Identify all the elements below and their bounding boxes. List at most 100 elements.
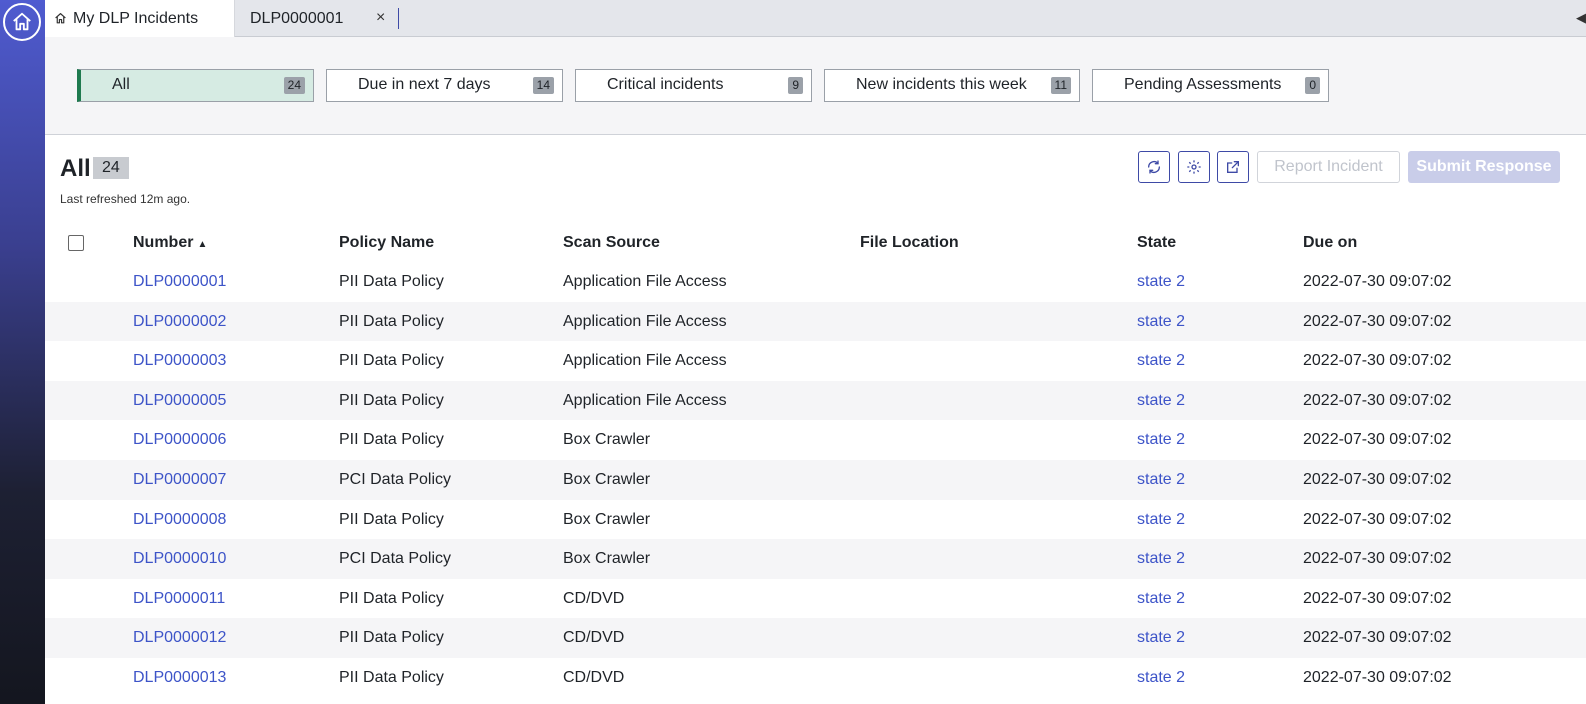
sort-ascending-icon: ▲: [197, 239, 208, 250]
filter-due-next-7-days[interactable]: Due in next 7 days 14: [326, 69, 563, 102]
filter-pending-assessments[interactable]: Pending Assessments 0: [1092, 69, 1329, 102]
table-header-row: Number ▲ Policy Name Scan Source File Loc…: [45, 222, 1586, 262]
submit-response-button[interactable]: Submit Response: [1408, 151, 1560, 183]
state-link[interactable]: state 2: [1137, 511, 1185, 529]
table-row: DLP0000011 PII Data Policy CD/DVD state …: [45, 579, 1586, 619]
state-link[interactable]: state 2: [1137, 273, 1185, 291]
incident-number-link[interactable]: DLP0000003: [133, 352, 226, 370]
tab-label: DLP0000001: [250, 9, 344, 27]
scan-source-cell: CD/DVD: [563, 629, 625, 647]
state-link[interactable]: state 2: [1137, 313, 1185, 331]
due-on-cell: 2022-07-30 09:07:02: [1303, 391, 1452, 409]
settings-button[interactable]: [1178, 151, 1210, 183]
policy-name-cell: PCI Data Policy: [339, 470, 452, 488]
policy-name-cell: PII Data Policy: [339, 391, 444, 409]
scan-source-cell: Box Crawler: [563, 431, 651, 449]
home-icon: [55, 13, 66, 24]
scan-source-cell: Application File Access: [563, 312, 727, 330]
table-row: DLP0000008 PII Data Policy Box Crawler s…: [45, 500, 1586, 540]
scan-source-cell: Box Crawler: [563, 510, 651, 528]
incident-number-link[interactable]: DLP0000010: [133, 550, 226, 568]
filter-bar: All 24 Due in next 7 days 14 Critical in…: [45, 37, 1586, 135]
scan-source-cell: Box Crawler: [563, 470, 651, 488]
home-button[interactable]: [3, 3, 41, 41]
scan-source-cell: Application File Access: [563, 391, 727, 409]
refresh-icon: [1148, 160, 1160, 174]
table-row: DLP0000001 PII Data Policy Application F…: [45, 262, 1586, 302]
due-on-cell: 2022-07-30 09:07:02: [1303, 668, 1452, 686]
filter-label: New incidents this week: [856, 76, 1027, 93]
column-header-number[interactable]: Number ▲: [133, 234, 207, 252]
close-icon[interactable]: ×: [376, 9, 385, 27]
select-all-checkbox[interactable]: [68, 235, 84, 251]
policy-name-cell: PII Data Policy: [339, 668, 444, 686]
due-on-cell: 2022-07-30 09:07:02: [1303, 273, 1452, 290]
last-refreshed-text: Last refreshed 12m ago.: [60, 192, 191, 206]
home-icon: [13, 12, 31, 31]
tab-bar: My DLP Incidents DLP0000001 × ◀: [45, 0, 1586, 37]
policy-name-cell: PCI Data Policy: [339, 550, 452, 568]
incident-number-link[interactable]: DLP0000002: [133, 313, 226, 331]
state-link[interactable]: state 2: [1137, 392, 1185, 410]
filter-count-badge: 14: [532, 77, 554, 94]
state-link[interactable]: state 2: [1137, 629, 1185, 647]
column-header-scan-source[interactable]: Scan Source: [563, 234, 660, 252]
scan-source-cell: Application File Access: [563, 273, 727, 290]
filter-critical-incidents[interactable]: Critical incidents 9: [575, 69, 812, 102]
policy-name-cell: PII Data Policy: [339, 352, 444, 370]
policy-name-cell: PII Data Policy: [339, 589, 444, 607]
state-link[interactable]: state 2: [1137, 669, 1185, 687]
tab-my-dlp-incidents[interactable]: My DLP Incidents: [45, 0, 235, 37]
scan-source-cell: CD/DVD: [563, 589, 625, 607]
filter-label: All: [112, 76, 130, 93]
tab-dlp0000001[interactable]: DLP0000001 ×: [250, 0, 398, 37]
table-row: DLP0000013 PII Data Policy CD/DVD state …: [45, 658, 1586, 698]
policy-name-cell: PII Data Policy: [339, 510, 444, 528]
incident-number-link[interactable]: DLP0000011: [133, 590, 225, 608]
column-header-due-on[interactable]: Due on: [1303, 234, 1357, 252]
filter-count-badge: 11: [1050, 77, 1071, 94]
due-on-cell: 2022-07-30 09:07:02: [1303, 312, 1452, 330]
export-icon: [1227, 161, 1239, 173]
state-link[interactable]: state 2: [1137, 590, 1185, 608]
incident-number-link[interactable]: DLP0000001: [133, 273, 226, 291]
filter-count-badge: 0: [1305, 77, 1320, 94]
state-link[interactable]: state 2: [1137, 352, 1185, 370]
table-row: DLP0000010 PCI Data Policy Box Crawler s…: [45, 539, 1586, 579]
state-link[interactable]: state 2: [1137, 431, 1185, 449]
table-row: DLP0000002 PII Data Policy Application F…: [45, 301, 1586, 342]
table-row: DLP0000007 PCI Data Policy Box Crawler s…: [45, 459, 1586, 500]
scan-source-cell: Box Crawler: [563, 550, 651, 568]
refresh-button[interactable]: [1138, 151, 1170, 183]
filter-count-badge: 24: [283, 77, 305, 94]
filter-new-incidents-this-week[interactable]: New incidents this week 11: [824, 69, 1080, 102]
incident-number-link[interactable]: DLP0000012: [133, 629, 226, 647]
left-nav-rail: [0, 0, 45, 704]
table-body: DLP0000001 PII Data Policy Application F…: [45, 262, 1586, 698]
incident-number-link[interactable]: DLP0000007: [133, 471, 226, 489]
list-title: All: [60, 155, 91, 182]
policy-name-cell: PII Data Policy: [339, 273, 444, 290]
filter-label: Due in next 7 days: [358, 76, 491, 93]
filter-label: Critical incidents: [607, 76, 724, 93]
report-incident-button[interactable]: Report Incident: [1257, 151, 1400, 183]
state-link[interactable]: state 2: [1137, 550, 1185, 568]
incident-number-link[interactable]: DLP0000006: [133, 431, 226, 449]
chevron-left-icon[interactable]: ◀: [1576, 10, 1586, 26]
due-on-cell: 2022-07-30 09:07:02: [1303, 629, 1452, 647]
incident-number-link[interactable]: DLP0000008: [133, 511, 226, 529]
export-button[interactable]: [1217, 151, 1249, 183]
column-header-state[interactable]: State: [1137, 234, 1176, 252]
table-row: DLP0000005 PII Data Policy Application F…: [45, 380, 1586, 421]
due-on-cell: 2022-07-30 09:07:02: [1303, 589, 1452, 607]
filter-all[interactable]: All 24: [77, 69, 314, 102]
state-link[interactable]: state 2: [1137, 471, 1185, 489]
policy-name-cell: PII Data Policy: [339, 431, 444, 449]
gear-icon: [1187, 160, 1201, 174]
column-header-policy-name[interactable]: Policy Name: [339, 234, 434, 252]
incident-number-link[interactable]: DLP0000005: [133, 392, 226, 410]
scan-source-cell: Application File Access: [563, 352, 727, 370]
column-header-file-location[interactable]: File Location: [860, 234, 959, 252]
incident-number-link[interactable]: DLP0000013: [133, 669, 226, 687]
due-on-cell: 2022-07-30 09:07:02: [1303, 470, 1452, 488]
